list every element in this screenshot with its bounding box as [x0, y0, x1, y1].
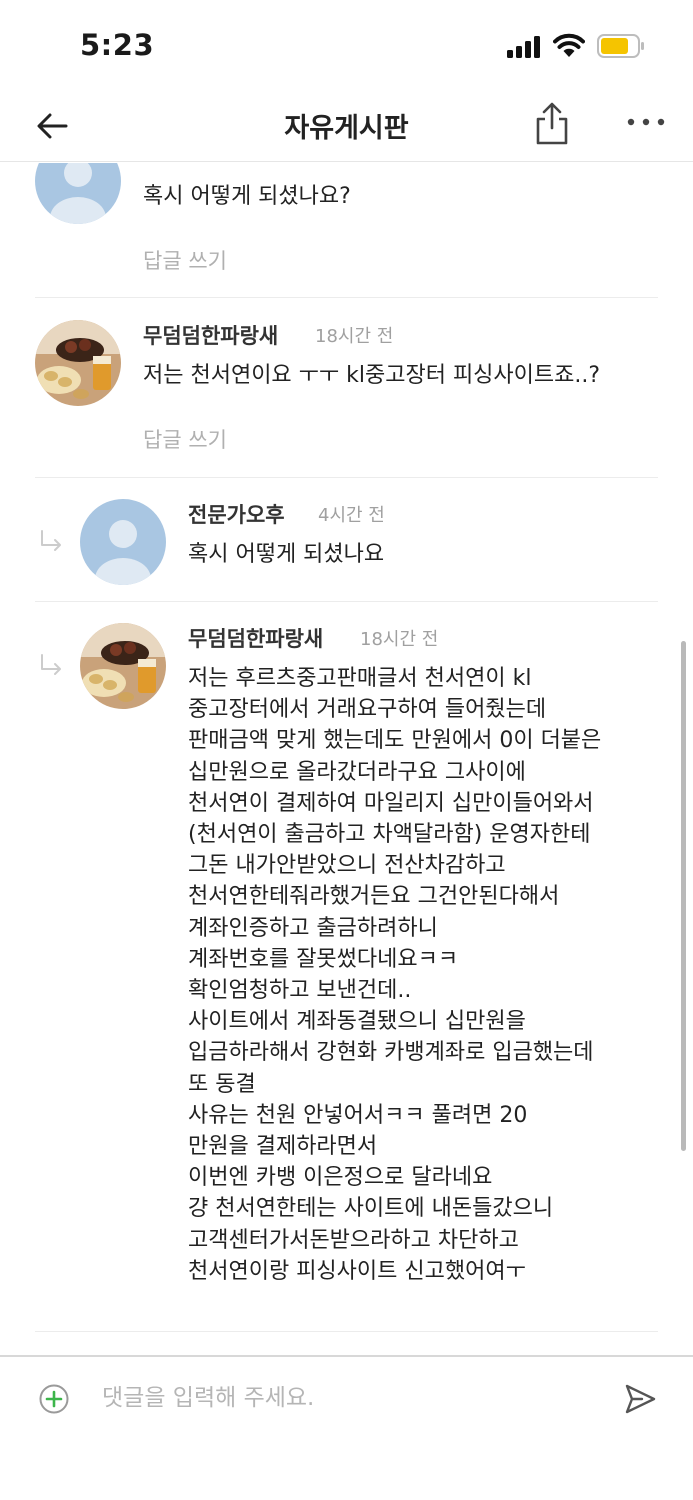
comment-time: 4시간 전 — [318, 505, 385, 526]
reply-arrow-icon — [41, 654, 61, 675]
avatar[interactable] — [35, 320, 121, 406]
comment-author[interactable]: 무덤덤한파랑새 — [143, 320, 278, 350]
comment-text: 혹시 어떻게 되셨나요 — [188, 542, 385, 567]
comment-list: 혹시 어떻게 되셨나요? 답글 쓰기 무덤덤한파랑새 18시간 전 저는 천서연… — [0, 163, 693, 1355]
comment-author[interactable]: 무덤덤한파랑새 — [188, 623, 323, 653]
avatar[interactable] — [80, 499, 166, 585]
avatar[interactable] — [80, 623, 166, 709]
write-reply-button[interactable]: 답글 쓰기 — [143, 245, 227, 275]
write-reply-button[interactable]: 답글 쓰기 — [143, 424, 227, 454]
comment-input-bar — [0, 1355, 693, 1500]
status-time: 5:23 — [80, 28, 155, 62]
share-icon[interactable] — [533, 100, 571, 146]
add-circle-icon[interactable] — [38, 1383, 70, 1415]
comment-time: 18시간 전 — [360, 629, 439, 650]
comment-input[interactable] — [90, 1373, 590, 1423]
page-title: 자유게시판 — [284, 113, 409, 144]
send-icon[interactable] — [622, 1381, 658, 1417]
comment-time: 18시간 전 — [315, 326, 394, 347]
nav-bar: 자유게시판 — [0, 90, 693, 162]
reply-arrow-icon — [41, 530, 61, 551]
divider — [35, 297, 658, 298]
scrollbar[interactable] — [681, 641, 686, 1151]
battery-icon — [597, 34, 644, 58]
divider — [35, 477, 658, 478]
comment-text: 저는 후르츠중고판매글서 천서연이 kl 중고장터에서 거래요구하여 들어줬는데… — [188, 666, 602, 1284]
wifi-icon — [553, 33, 585, 57]
divider — [35, 601, 658, 602]
avatar[interactable] — [35, 163, 121, 224]
comment-text: 저는 천서연이요 ㅜㅜ kl중고장터 피싱사이트죠..? — [143, 363, 601, 388]
cellular-signal-icon — [507, 36, 543, 58]
divider — [35, 1331, 658, 1332]
comment-text: 혹시 어떻게 되셨나요? — [143, 184, 351, 209]
status-bar: 5:23 — [0, 0, 693, 90]
comment-author[interactable]: 전문가오후 — [188, 499, 285, 529]
more-icon[interactable] — [624, 112, 668, 132]
